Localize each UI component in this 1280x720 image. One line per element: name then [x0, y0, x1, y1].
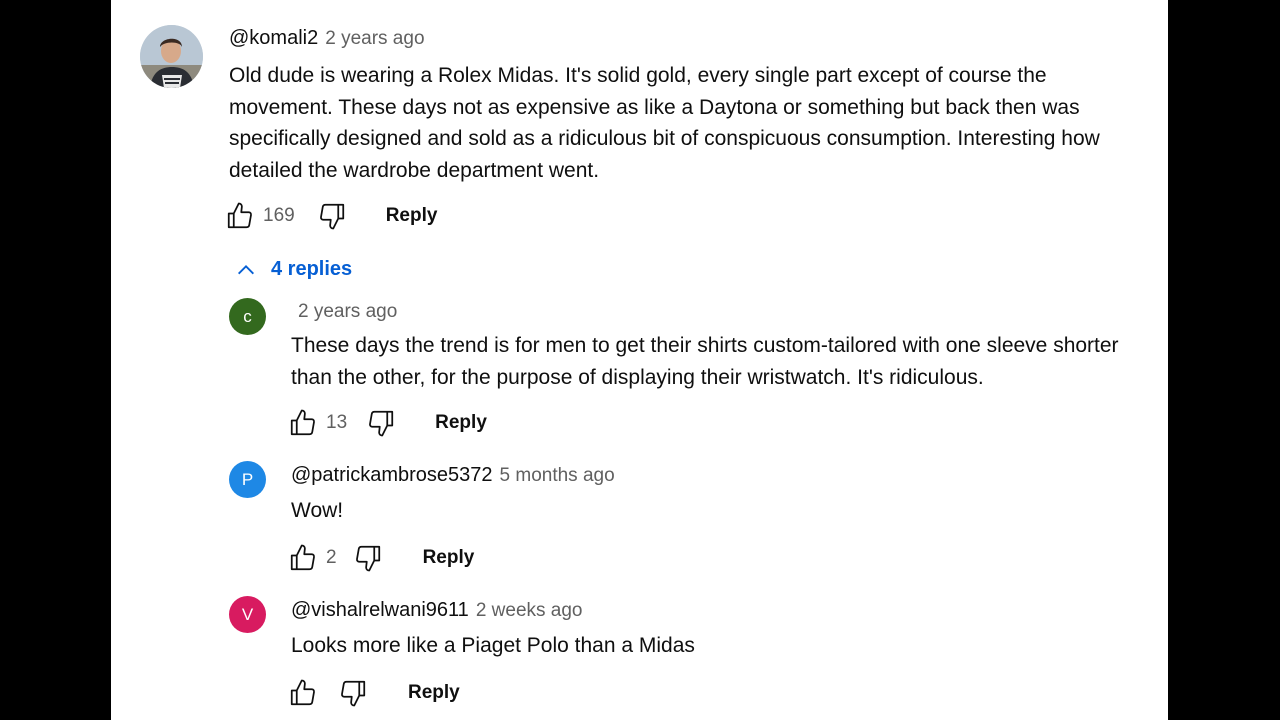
reply-button[interactable]: Reply: [386, 205, 438, 227]
reply-time[interactable]: 2 years ago: [298, 301, 397, 323]
reply-author[interactable]: @vishalrelwani9611: [291, 599, 469, 622]
thumbs-up-icon: [290, 679, 315, 706]
replies-toggle[interactable]: 4 replies: [235, 258, 352, 281]
avatar[interactable]: [140, 25, 203, 88]
reply-time[interactable]: 2 weeks ago: [476, 600, 583, 622]
comment-meta: @komali2 2 years ago: [229, 27, 425, 50]
thumbs-down-icon: [355, 545, 380, 572]
reply-meta: @patrickambrose5372 5 months ago: [291, 464, 615, 487]
chevron-up-icon: [238, 264, 254, 274]
reply-actions: 13 Reply: [286, 406, 487, 440]
replies-toggle-label: 4 replies: [271, 258, 353, 280]
thumbs-up-icon: [227, 202, 252, 229]
dislike-button[interactable]: [351, 541, 385, 575]
reply-button[interactable]: Reply: [423, 547, 475, 569]
avatar-letter: c: [243, 306, 252, 326]
comment-author[interactable]: @komali2: [229, 27, 318, 50]
reply-meta: @vishalrelwani9611 2 weeks ago: [291, 599, 583, 622]
avatar[interactable]: P: [229, 461, 266, 498]
dislike-button[interactable]: [364, 406, 398, 440]
avatar[interactable]: V: [229, 596, 266, 633]
reply-time[interactable]: 5 months ago: [500, 465, 615, 487]
comment-actions: 169 Reply: [223, 199, 437, 233]
avatar[interactable]: c: [229, 298, 266, 335]
reply-author[interactable]: @patrickambrose5372: [291, 464, 493, 487]
avatar-letter: V: [241, 604, 254, 624]
reply-actions: Reply: [286, 676, 460, 710]
comments-panel: @komali2 2 years ago Old dude is wearing…: [111, 0, 1168, 720]
like-button[interactable]: [286, 406, 320, 440]
dislike-button[interactable]: [315, 199, 349, 233]
comment-text: Old dude is wearing a Rolex Midas. It's …: [229, 64, 1100, 182]
thumbs-down-icon: [369, 410, 394, 437]
reply-text: These days the trend is for men to get t…: [291, 334, 1119, 389]
reply-meta: 2 years ago: [291, 301, 397, 323]
reply-text: Looks more like a Piaget Polo than a Mid…: [291, 634, 695, 657]
reply-button[interactable]: Reply: [435, 412, 487, 434]
like-count: 2: [326, 547, 337, 568]
dislike-button[interactable]: [336, 676, 370, 710]
thumbs-up-icon: [290, 544, 315, 571]
thumbs-up-icon: [290, 409, 315, 436]
reply-text: Wow!: [291, 499, 344, 522]
thumbs-down-icon: [341, 680, 366, 707]
reply-actions: 2 Reply: [286, 541, 474, 575]
reply-button[interactable]: Reply: [408, 682, 460, 704]
like-button[interactable]: [286, 541, 320, 575]
like-count: 13: [326, 412, 348, 433]
avatar-letter: P: [241, 469, 254, 489]
like-count: 169: [263, 205, 295, 226]
comment-time[interactable]: 2 years ago: [325, 28, 424, 50]
user-photo-icon: [140, 25, 203, 88]
like-button[interactable]: [223, 199, 257, 233]
like-button[interactable]: [286, 676, 320, 710]
thumbs-down-icon: [319, 203, 344, 230]
